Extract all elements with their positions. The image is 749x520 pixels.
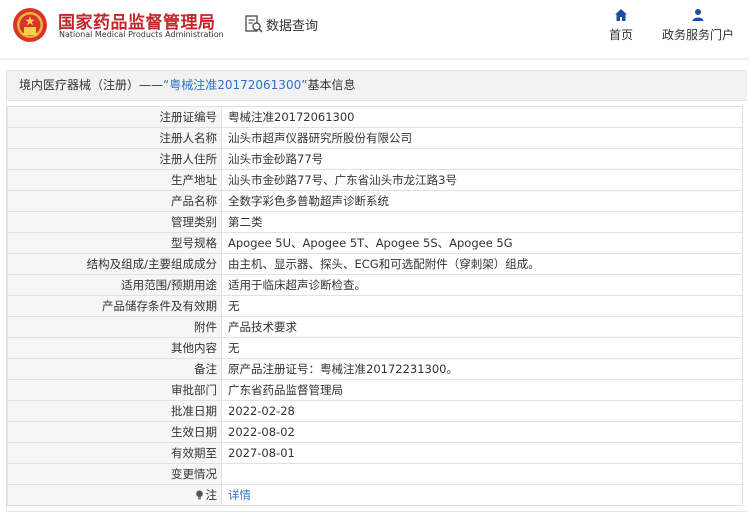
row-label: 注册人名称: [7, 127, 222, 149]
panel-title: 境内医疗器械（注册）——“粤械注准20172061300”基本信息: [7, 71, 747, 101]
detail-panel: 境内医疗器械（注册）——“粤械注准20172061300”基本信息 注册证编号粤…: [6, 70, 747, 512]
row-value: 粤械注准20172061300: [221, 106, 743, 128]
row-label: 审批部门: [7, 379, 222, 401]
row-label: 注: [7, 484, 222, 506]
details-link[interactable]: 详情: [228, 488, 251, 502]
panel-title-prefix: 境内医疗器械（注册）——: [19, 78, 164, 92]
row-value: 全数字彩色多普勒超声诊断系统: [221, 190, 743, 212]
panel-title-suffix: 基本信息: [307, 78, 356, 92]
table-row: 备注 原产品注册证号：粤械注准20172231300。: [7, 358, 743, 380]
row-value: 详情: [221, 484, 743, 506]
table-row: 有效期至 2027-08-01: [7, 442, 743, 464]
row-label: 注册人住所: [7, 148, 222, 170]
row-value: 汕头市金砂路77号: [221, 148, 743, 170]
row-value: 适用于临床超声诊断检查。: [221, 274, 743, 296]
table-row: 批准日期 2022-02-28: [7, 400, 743, 422]
row-value: 无: [221, 337, 743, 359]
national-emblem-icon: [13, 8, 47, 42]
header-divider: [0, 58, 749, 60]
panel-title-highlight: “粤械注准20172061300”: [163, 78, 308, 92]
row-value: 原产品注册证号：粤械注准20172231300。: [221, 358, 743, 380]
table-row-note: 注 详情: [7, 484, 743, 506]
detail-table: 注册证编号 粤械注准20172061300 注册人名称 汕头市超声仪器研究所股份有限公…: [7, 106, 743, 506]
nav-home-label: 首页: [608, 28, 633, 42]
note-label: 注: [205, 488, 218, 502]
nav-home[interactable]: 首页: [604, 8, 638, 43]
row-label: 产品名称: [7, 190, 222, 212]
row-label: 注册证编号: [7, 106, 222, 128]
row-label: 批准日期: [7, 400, 222, 422]
table-row: 注册人名称 汕头市超声仪器研究所股份有限公司: [7, 127, 743, 149]
row-value: 无: [221, 295, 743, 317]
user-icon: [692, 9, 704, 21]
nav-service-portal[interactable]: 政务服务门户: [658, 8, 738, 43]
row-value: Apogee 5U、Apogee 5T、Apogee 5S、Apogee 5G: [221, 232, 743, 254]
table-row: 管理类别 第二类: [7, 211, 743, 233]
table-row: 型号规格 Apogee 5U、Apogee 5T、Apogee 5S、Apogee…: [7, 232, 743, 254]
home-icon: [615, 9, 627, 21]
table-row: 产品储存条件及有效期无: [7, 295, 743, 317]
row-value: [221, 463, 743, 485]
site-header: 国家药品监督管理局 National Medical Products Admi…: [0, 0, 749, 52]
table-row: 产品名称 全数字彩色多普勒超声诊断系统: [7, 190, 743, 212]
row-label: 产品储存条件及有效期: [7, 295, 222, 317]
document-search-icon: [245, 15, 263, 33]
table-row: 注册证编号 粤械注准20172061300: [7, 106, 743, 128]
row-label: 有效期至: [7, 442, 222, 464]
table-row: 其他内容无: [7, 337, 743, 359]
table-row: 生产地址 汕头市金砂路77号、广东省汕头市龙江路3号: [7, 169, 743, 191]
row-value: 广东省药品监督管理局: [221, 379, 743, 401]
table-row: 附件 产品技术要求: [7, 316, 743, 338]
row-label: 其他内容: [7, 337, 222, 359]
table-row: 结构及组成/主要组成成分 由主机、显示器、探头、ECG和可选配附件（穿刺架）组成。: [7, 253, 743, 275]
table-row: 注册人住所 汕头市金砂路77号: [7, 148, 743, 170]
table-row: 审批部门 广东省药品监督管理局: [7, 379, 743, 401]
row-value: 2022-08-02: [221, 421, 743, 443]
row-label: 附件: [7, 316, 222, 338]
row-label: 备注: [7, 358, 222, 380]
row-label: 型号规格: [7, 232, 222, 254]
lightbulb-icon: [195, 490, 203, 500]
row-label: 变更情况: [7, 463, 222, 485]
table-row: 变更情况: [7, 463, 743, 485]
brand-subtitle: National Medical Products Administration: [59, 30, 224, 39]
row-label: 适用范围/预期用途: [7, 274, 222, 296]
row-value: 第二类: [221, 211, 743, 233]
table-row: 生效日期 2022-08-02: [7, 421, 743, 443]
row-label: 生效日期: [7, 421, 222, 443]
row-value: 2027-08-01: [221, 442, 743, 464]
data-query-label: 数据查询: [266, 18, 319, 34]
row-value: 2022-02-28: [221, 400, 743, 422]
nav-service-label: 政务服务门户: [661, 28, 734, 42]
row-value: 汕头市金砂路77号、广东省汕头市龙江路3号: [221, 169, 743, 191]
row-label: 管理类别: [7, 211, 222, 233]
row-value: 由主机、显示器、探头、ECG和可选配附件（穿刺架）组成。: [221, 253, 743, 275]
table-row: 适用范围/预期用途 适用于临床超声诊断检查。: [7, 274, 743, 296]
data-query-link[interactable]: 数据查询: [244, 13, 318, 35]
row-label: 生产地址: [7, 169, 222, 191]
row-value: 产品技术要求: [221, 316, 743, 338]
row-value: 汕头市超声仪器研究所股份有限公司: [221, 127, 743, 149]
row-label: 结构及组成/主要组成成分: [7, 253, 222, 275]
